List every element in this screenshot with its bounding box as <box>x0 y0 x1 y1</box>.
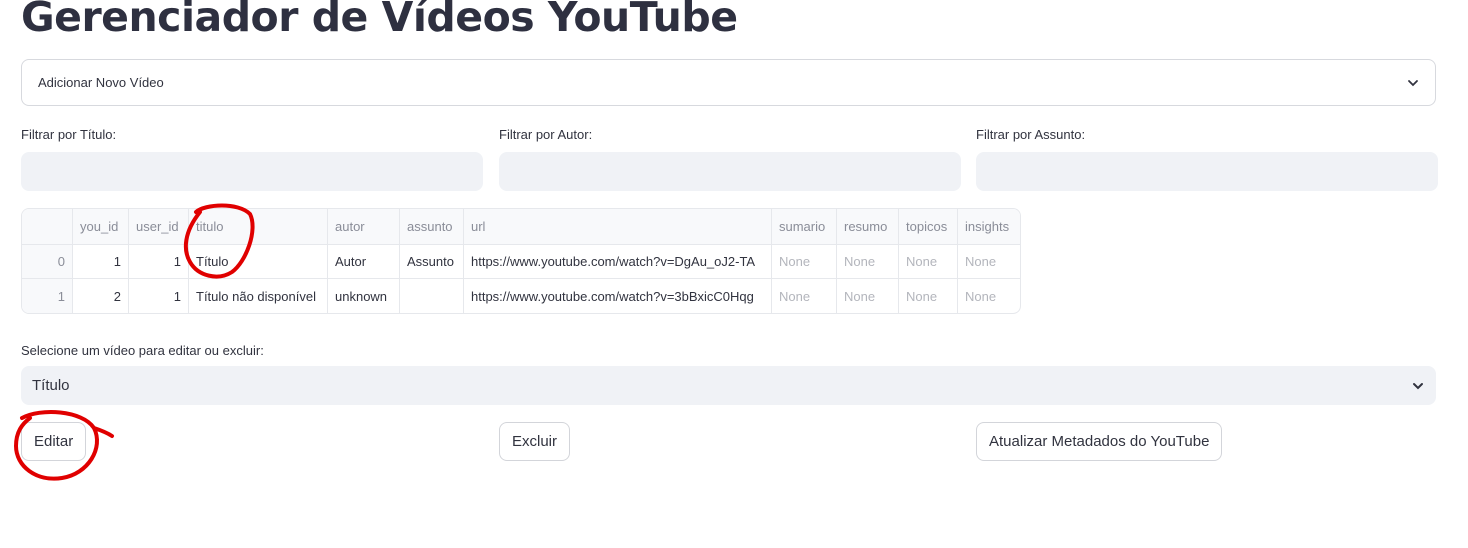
column-header-insights[interactable]: insights <box>958 209 1020 245</box>
delete-button[interactable]: Excluir <box>499 422 571 461</box>
filter-author-label: Filtrar por Autor: <box>499 127 593 142</box>
videos-table[interactable]: you_id user_id titulo autor assunto url … <box>21 208 1021 314</box>
page-title: Gerenciador de Vídeos YouTube <box>21 0 738 41</box>
table-cell-url[interactable]: https://www.youtube.com/watch?v=3bBxicC0… <box>464 279 772 313</box>
chevron-down-icon <box>1413 382 1423 389</box>
table-cell-topicos[interactable]: None <box>899 279 958 313</box>
table-cell-index: 1 <box>22 279 73 313</box>
column-header-index <box>22 209 73 245</box>
table-cell-user-id[interactable]: 1 <box>129 245 189 279</box>
chevron-down-icon <box>1408 79 1418 86</box>
column-header-sumario[interactable]: sumario <box>772 209 837 245</box>
filter-subject-label: Filtrar por Assunto: <box>976 127 1086 142</box>
edit-button[interactable]: Editar <box>21 422 87 461</box>
expander-label: Adicionar Novo Vídeo <box>38 75 164 90</box>
table-cell-assunto[interactable] <box>400 279 464 313</box>
filter-title-input[interactable] <box>21 152 483 191</box>
table-cell-resumo[interactable]: None <box>837 245 899 279</box>
table-cell-you-id[interactable]: 1 <box>73 245 129 279</box>
filter-title-label: Filtrar por Título: <box>21 127 117 142</box>
table-cell-sumario[interactable]: None <box>772 279 837 313</box>
table-row[interactable]: 0 1 1 Título Autor Assunto https://www.y… <box>22 245 1020 279</box>
table-header-row: you_id user_id titulo autor assunto url … <box>22 209 1020 245</box>
video-select-label: Selecione um vídeo para editar ou exclui… <box>21 343 264 358</box>
column-header-url[interactable]: url <box>464 209 772 245</box>
table-cell-assunto[interactable]: Assunto <box>400 245 464 279</box>
filter-author-input[interactable] <box>499 152 961 191</box>
table-cell-resumo[interactable]: None <box>837 279 899 313</box>
table-cell-insights[interactable]: None <box>958 279 1020 313</box>
column-header-autor[interactable]: autor <box>328 209 400 245</box>
table-cell-autor[interactable]: unknown <box>328 279 400 313</box>
table-cell-titulo[interactable]: Título <box>189 245 328 279</box>
table-cell-you-id[interactable]: 2 <box>73 279 129 313</box>
table-cell-url[interactable]: https://www.youtube.com/watch?v=DgAu_oJ2… <box>464 245 772 279</box>
table-cell-autor[interactable]: Autor <box>328 245 400 279</box>
column-header-resumo[interactable]: resumo <box>837 209 899 245</box>
table-row[interactable]: 1 2 1 Título não disponível unknown http… <box>22 279 1020 313</box>
table-cell-titulo[interactable]: Título não disponível <box>189 279 328 313</box>
table-cell-insights[interactable]: None <box>958 245 1020 279</box>
column-header-you-id[interactable]: you_id <box>73 209 129 245</box>
video-select-value: Título <box>32 377 70 394</box>
column-header-assunto[interactable]: assunto <box>400 209 464 245</box>
table-cell-index: 0 <box>22 245 73 279</box>
column-header-user-id[interactable]: user_id <box>129 209 189 245</box>
add-video-expander[interactable]: Adicionar Novo Vídeo <box>21 59 1436 106</box>
video-select[interactable]: Título <box>21 366 1436 405</box>
update-metadata-button[interactable]: Atualizar Metadados do YouTube <box>976 422 1223 461</box>
column-header-topicos[interactable]: topicos <box>899 209 958 245</box>
column-header-titulo[interactable]: titulo <box>189 209 328 245</box>
table-cell-sumario[interactable]: None <box>772 245 837 279</box>
table-cell-user-id[interactable]: 1 <box>129 279 189 313</box>
table-cell-topicos[interactable]: None <box>899 245 958 279</box>
filter-subject-input[interactable] <box>976 152 1438 191</box>
